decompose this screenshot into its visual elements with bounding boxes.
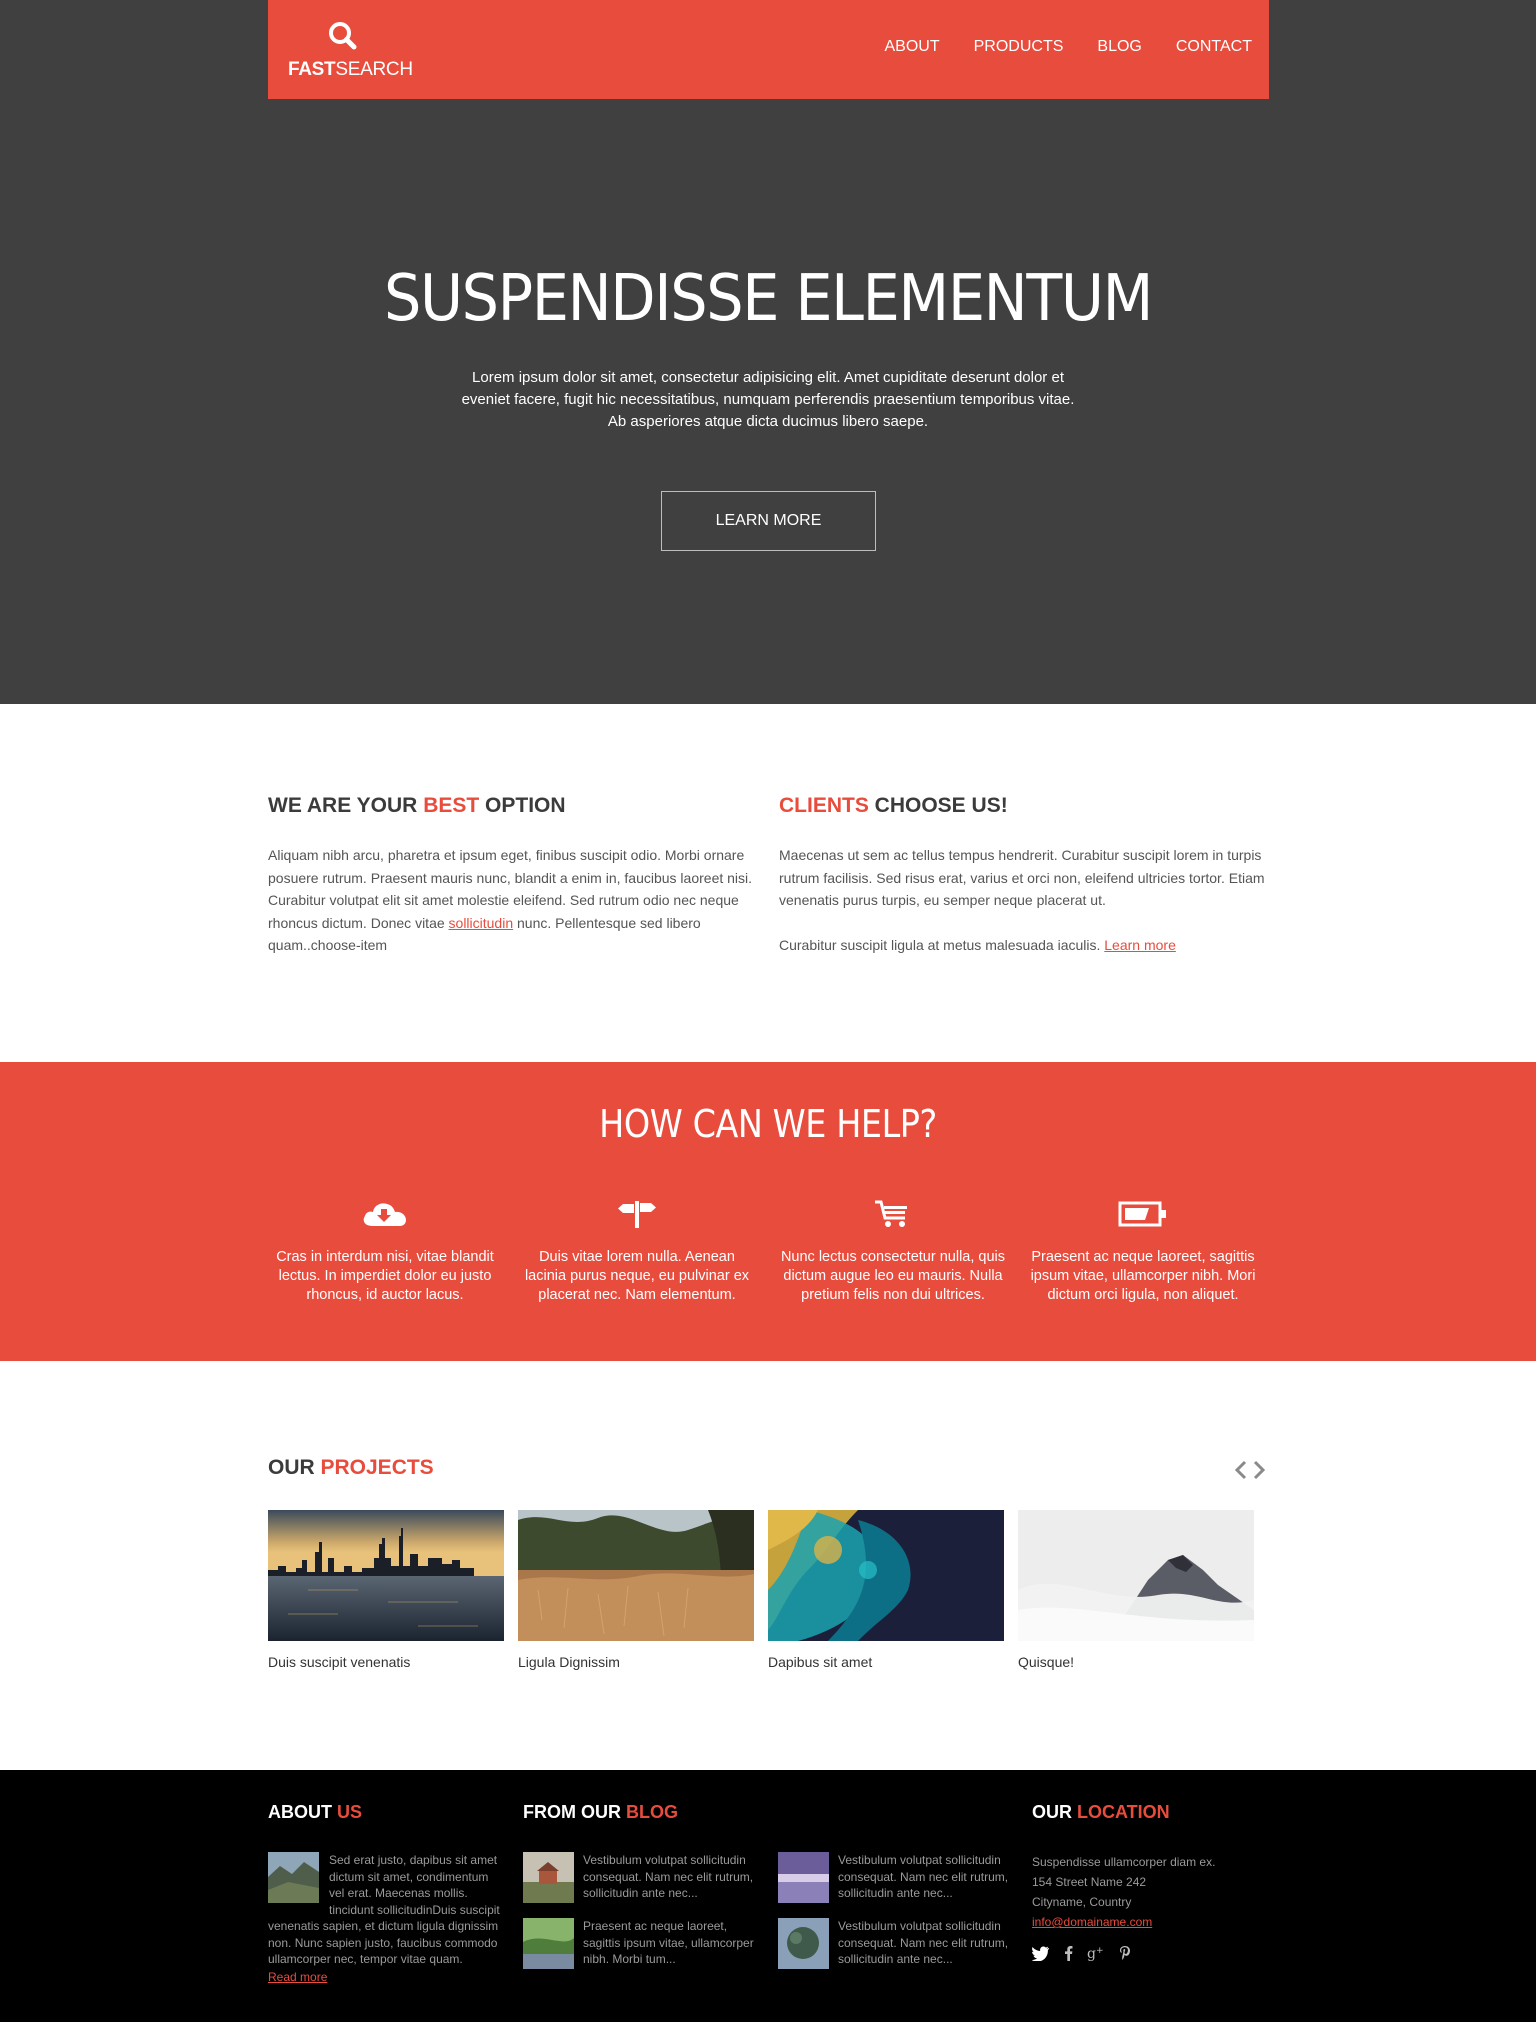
svg-text:+: +	[1096, 1946, 1104, 1956]
sollicitudin-link[interactable]: sollicitudin	[449, 915, 514, 931]
project-card-4[interactable]: Quisque!	[1018, 1510, 1254, 1670]
project-caption-1[interactable]: Duis suscipit venenatis	[268, 1654, 504, 1670]
help-item-4: Praesent ac neque laoreet, sagittis ipsu…	[1024, 1194, 1262, 1305]
project-image-mountain[interactable]	[1018, 1510, 1254, 1641]
project-card-2[interactable]: Ligula Dignissim	[518, 1510, 754, 1670]
project-caption-2[interactable]: Ligula Dignissim	[518, 1654, 754, 1670]
svg-text:g: g	[1087, 1946, 1096, 1961]
location-info: Suspendisse ullamcorper diam ex. 154 Str…	[1032, 1852, 1215, 1932]
project-caption-4[interactable]: Quisque!	[1018, 1654, 1254, 1670]
footer-about-title: ABOUT US	[268, 1802, 363, 1822]
help-item-1: Cras in interdum nisi, vitae blandit lec…	[266, 1194, 504, 1305]
read-more-link[interactable]: Read more	[268, 1970, 327, 1984]
help-text-3: Nunc lectus consectetur nulla, quis dict…	[780, 1249, 1006, 1303]
email-link[interactable]: info@domainame.com	[1032, 1915, 1152, 1929]
help-text-2: Duis vitae lorem nulla. Aenean lacinia p…	[524, 1249, 750, 1303]
help-item-3: Nunc lectus consectetur nulla, quis dict…	[774, 1194, 1012, 1305]
main-nav: ABOUT PRODUCTS BLOG CONTACT	[884, 38, 1252, 56]
pinterest-icon[interactable]	[1119, 1945, 1131, 1961]
footer-about: Sed erat justo, dapibus sit amet dictum …	[268, 1852, 500, 1986]
logo-text: FASTSEARCH	[288, 59, 413, 80]
address-line-3: Cityname, Country	[1032, 1895, 1132, 1909]
project-image-field[interactable]	[518, 1510, 754, 1641]
about-thumbnail	[268, 1852, 319, 1903]
logo[interactable]: FASTSEARCH	[288, 18, 413, 84]
nav-contact[interactable]: CONTACT	[1176, 38, 1252, 56]
cloud-download-icon	[363, 1203, 406, 1226]
footer-location-title: OUR LOCATION	[1032, 1802, 1170, 1822]
chevron-right-icon[interactable]	[1252, 1460, 1266, 1480]
footer-blog-title: FROM OUR BLOG	[523, 1802, 678, 1822]
address-line-2: 154 Street Name 242	[1032, 1875, 1147, 1889]
signpost-icon	[618, 1201, 656, 1228]
hero-section: FASTSEARCH ABOUT PRODUCTS BLOG CONTACT S…	[0, 0, 1536, 704]
help-item-2: Duis vitae lorem nulla. Aenean lacinia p…	[518, 1194, 756, 1305]
blog-text-4[interactable]: Vestibulum volutpat sollicitudin consequ…	[838, 1918, 1018, 1968]
blog-thumbnail-2	[778, 1852, 829, 1903]
best-option-column: WE ARE YOUR BEST OPTION Aliquam nibh arc…	[268, 794, 758, 957]
hero-text: Lorem ipsum dolor sit amet, consectetur …	[461, 369, 1075, 430]
help-section: HOW CAN WE HELP? Cras in interdum nisi, …	[0, 1062, 1536, 1361]
blog-text-1[interactable]: Vestibulum volutpat sollicitudin consequ…	[583, 1852, 763, 1902]
shopping-cart-icon	[875, 1200, 907, 1227]
project-caption-3[interactable]: Dapibus sit amet	[768, 1654, 1004, 1670]
learn-more-link[interactable]: Learn more	[1104, 937, 1176, 953]
blog-thumbnail-4	[778, 1918, 829, 1969]
projects-title: OUR PROJECTS	[268, 1456, 434, 1479]
nav-blog[interactable]: BLOG	[1097, 38, 1141, 56]
chevron-left-icon[interactable]	[1234, 1460, 1248, 1480]
project-card-1[interactable]: Duis suscipit venenatis	[268, 1510, 504, 1670]
learn-more-button[interactable]: LEARN MORE	[661, 491, 876, 551]
search-icon	[329, 22, 357, 50]
blog-text-3[interactable]: Praesent ac neque laoreet, sagittis ipsu…	[583, 1918, 763, 1968]
carousel-arrows	[1234, 1460, 1266, 1480]
project-card-3[interactable]: Dapibus sit amet	[768, 1510, 1004, 1670]
battery-icon	[1118, 1201, 1166, 1227]
clients-column: CLIENTS CHOOSE US! Maecenas ut sem ac te…	[779, 794, 1269, 956]
clients-title: CLIENTS CHOOSE US!	[779, 794, 1008, 817]
help-title: HOW CAN WE HELP?	[599, 1102, 937, 1146]
footer: ABOUT US Sed erat justo, dapibus sit ame…	[0, 1770, 1536, 2022]
hero-title: SUSPENDISSE ELEMENTUM	[383, 262, 1153, 336]
blog-text-2[interactable]: Vestibulum volutpat sollicitudin consequ…	[838, 1852, 1018, 1902]
project-image-city[interactable]	[268, 1510, 504, 1641]
address-line-1: Suspendisse ullamcorper diam ex.	[1032, 1855, 1216, 1869]
best-option-title: WE ARE YOUR BEST OPTION	[268, 794, 566, 817]
nav-products[interactable]: PRODUCTS	[974, 38, 1064, 56]
nav-about[interactable]: ABOUT	[884, 38, 939, 56]
help-text-1: Cras in interdum nisi, vitae blandit lec…	[276, 1249, 494, 1303]
blog-thumbnail-1	[523, 1852, 574, 1903]
facebook-icon[interactable]	[1064, 1945, 1073, 1961]
blog-thumbnail-3	[523, 1918, 574, 1969]
clients-text-2: Curabitur suscipit ligula at metus males…	[779, 936, 1176, 953]
google-plus-icon[interactable]: g +	[1087, 1945, 1105, 1961]
clients-text: Maecenas ut sem ac tellus tempus hendrer…	[779, 847, 1265, 908]
header-bar: FASTSEARCH ABOUT PRODUCTS BLOG CONTACT	[268, 0, 1269, 99]
twitter-icon[interactable]	[1032, 1945, 1050, 1961]
help-text-4: Praesent ac neque laoreet, sagittis ipsu…	[1030, 1249, 1256, 1303]
best-option-text: Aliquam nibh arcu, pharetra et ipsum ege…	[268, 847, 753, 953]
social-links: g +	[1032, 1945, 1131, 1961]
project-image-abstract[interactable]	[768, 1510, 1004, 1641]
